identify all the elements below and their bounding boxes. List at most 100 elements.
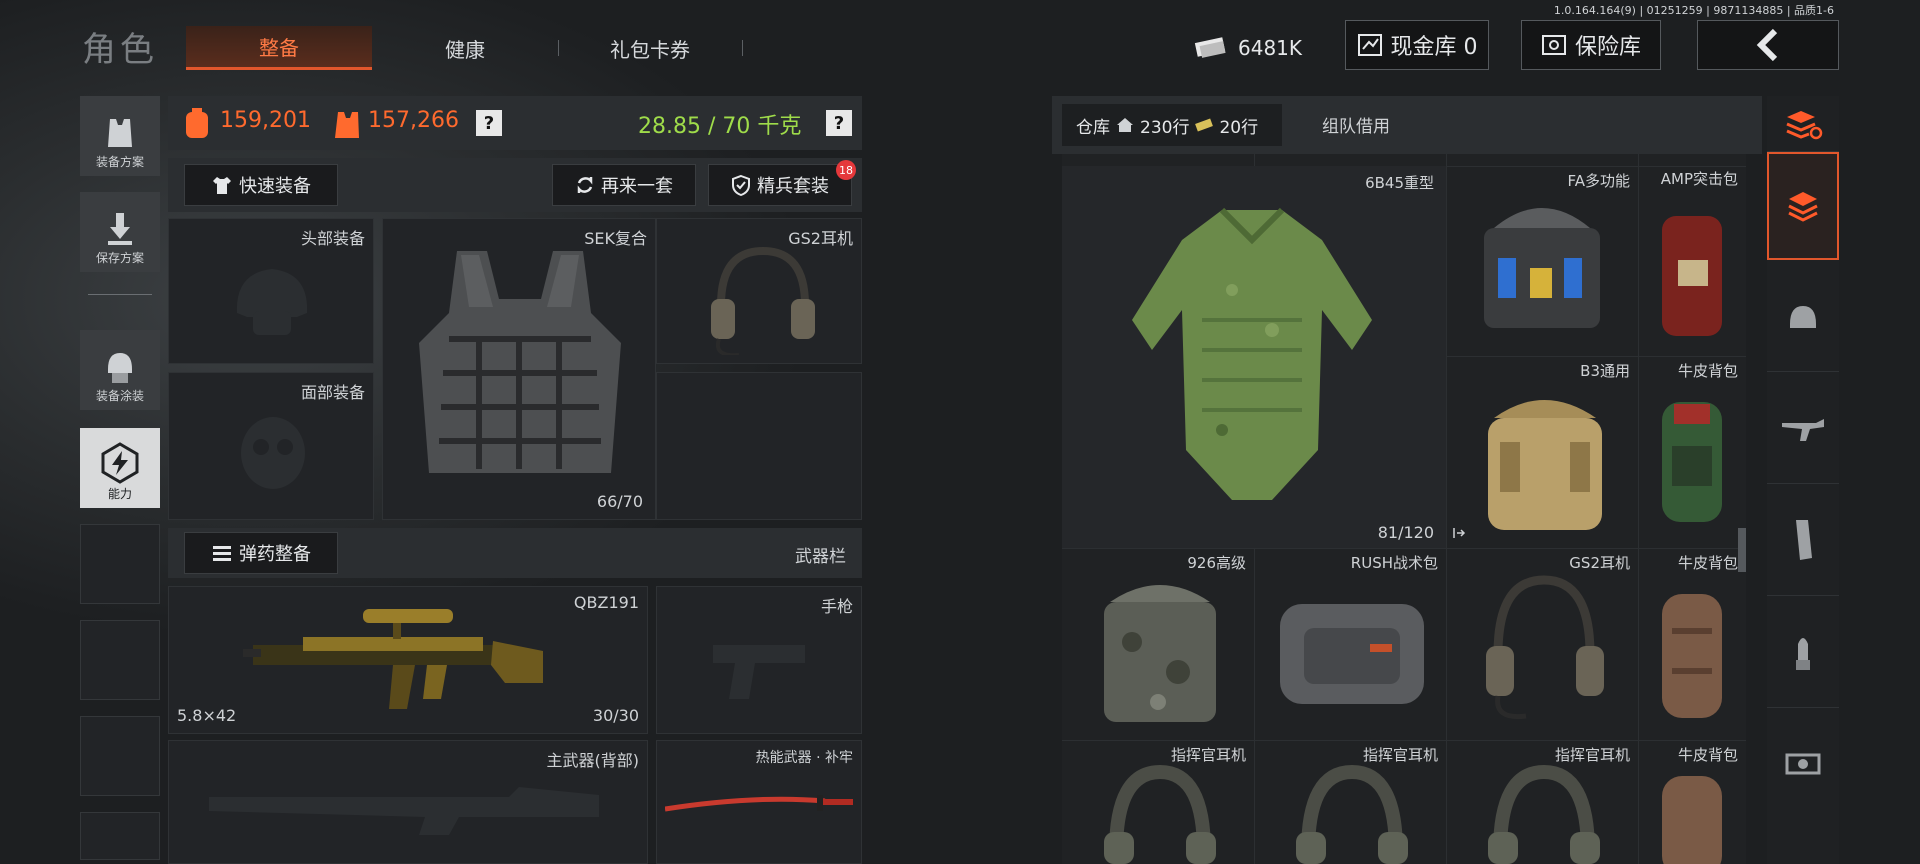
pistol-slot[interactable]: 手枪 [656, 586, 862, 734]
category-attachment[interactable] [1767, 708, 1839, 820]
insurance-vault-label: 保险库 [1574, 35, 1641, 60]
camo-pouch-image [1104, 585, 1216, 722]
primary-weapon-name: QBZ191 [573, 593, 639, 612]
cash-vault-button[interactable]: 现金库 0 [1345, 20, 1489, 70]
item-name: 牛皮背包 [1677, 362, 1738, 380]
insurance-vault-button[interactable]: 保险库 [1521, 20, 1661, 70]
weight-display: 28.85 / 70 千克 [638, 114, 802, 139]
item-name: AMP突击包 [1660, 170, 1738, 188]
headset-image [1486, 575, 1604, 720]
inventory-item-b3-pouch[interactable]: B3通用 [1446, 356, 1638, 548]
sidebar-item-label: 保存方案 [95, 251, 144, 265]
pistol-placeholder-icon [713, 645, 805, 699]
currency-amount: 6481K [1238, 36, 1303, 60]
back-weapon-slot[interactable]: 主武器(背部) [168, 740, 648, 864]
bullet-icon [1796, 637, 1810, 670]
weight-help-button[interactable]: ? [826, 110, 852, 136]
backpack-value-icon [186, 108, 208, 138]
inventory-item-commander-headset[interactable]: 指挥官耳机 [1062, 740, 1254, 864]
category-rifle[interactable] [1767, 372, 1839, 484]
tab-health[interactable]: 健康 [372, 26, 558, 70]
warehouse-tab-label: 仓库 [1076, 117, 1110, 138]
sidebar-item-label: 能力 [107, 487, 132, 501]
sidebar-item-ability[interactable]: 能力 [80, 428, 160, 508]
quick-equip-button[interactable]: 快速装备 [184, 164, 338, 206]
reequip-button[interactable]: 再来一套 [552, 164, 696, 206]
armor-slot[interactable]: SEK复合 66/70 [382, 218, 656, 520]
value-help-button[interactable]: ? [476, 110, 502, 136]
category-magazine[interactable] [1767, 484, 1839, 596]
green-backpack-image [1662, 402, 1722, 522]
shirt-icon [213, 177, 231, 194]
rush-bag-image [1280, 604, 1424, 704]
head-slot[interactable]: 头部装备 [168, 218, 374, 364]
inventory-item-cowhide-backpack[interactable]: 牛皮背包 [1638, 548, 1746, 740]
primary-weapon-slot[interactable]: QBZ191 5.8×42 30/30 [168, 586, 648, 734]
sidebar-item-skins[interactable]: 装备涂装 [80, 330, 160, 410]
face-slot[interactable]: 面部装备 [168, 372, 374, 520]
sidebar-item-loadout[interactable]: 装备方案 [80, 96, 160, 176]
brown-backpack-image [1662, 594, 1722, 718]
sidebar-empty-slot [80, 716, 160, 796]
headset-slot[interactable]: GS2耳机 [656, 218, 862, 364]
notification-badge: 18 [836, 160, 856, 180]
back-button[interactable] [1697, 20, 1839, 70]
inventory-item-926-pouch[interactable]: 926高级 [1062, 548, 1254, 740]
item-name: RUSH战术包 [1350, 554, 1438, 572]
inventory-item-fa-pouch[interactable]: FA多功能 [1446, 166, 1638, 356]
elite-set-button[interactable]: 精兵套装 [708, 164, 852, 206]
vest-value-icon [335, 112, 359, 138]
item-name: 6B45重型 [1365, 174, 1434, 192]
warehouse-tab[interactable]: 仓库 230行 20行 [1062, 104, 1282, 146]
inventory-item-rush-bag[interactable]: RUSH战术包 [1254, 548, 1446, 740]
armor-durability-stock: 81/120 [1377, 523, 1434, 542]
armor-vest-image [419, 251, 621, 473]
rifle-placeholder-icon [209, 787, 599, 835]
b3-pouch-image [1488, 400, 1602, 530]
sidebar-item-save[interactable]: 保存方案 [80, 192, 160, 272]
helmet-placeholder-icon [236, 269, 308, 335]
headset-image [711, 246, 815, 355]
tab-gift-coupons[interactable]: 礼包卡券 [560, 26, 740, 70]
primary-caliber: 5.8×42 [177, 706, 237, 725]
sidebar-item-label: 装备方案 [95, 155, 144, 169]
helmet-icon [108, 353, 132, 383]
ticket-icon [1195, 118, 1214, 132]
melee-slot[interactable]: 热能武器 · 补牢 [656, 740, 862, 864]
empty-gear-slot[interactable] [656, 372, 862, 520]
team-borrow-tab[interactable]: 组队借用 [1322, 112, 1390, 137]
rifle-image [243, 609, 543, 709]
inventory-item-armor-6b45[interactable]: 6B45重型 81/120 [1062, 166, 1466, 548]
category-all[interactable] [1767, 152, 1839, 260]
inventory-item-commander-headset[interactable]: 指挥官耳机 [1446, 740, 1638, 864]
rifle-icon [1782, 418, 1824, 441]
layers-icon [1788, 192, 1818, 222]
category-ammo[interactable] [1767, 596, 1839, 708]
commander-headset-image [1488, 764, 1600, 864]
chevron-left-icon [1756, 28, 1778, 62]
vault-icon [1357, 34, 1382, 56]
mask-placeholder-icon [241, 417, 305, 489]
tab-equip[interactable]: 整备 [186, 26, 372, 70]
category-helmet[interactable] [1767, 262, 1839, 372]
inventory-item-cowhide-backpack[interactable]: 牛皮背包 [1638, 740, 1746, 864]
shield-icon [732, 174, 750, 196]
sort-layers-button[interactable] [1767, 96, 1839, 152]
inventory-item-gs2-headset[interactable]: GS2耳机 [1446, 548, 1638, 740]
equipped-value: 157,266 [368, 108, 459, 133]
ammo-equip-label: 弹药整备 [239, 544, 311, 565]
head-slot-label: 头部装备 [300, 229, 365, 248]
warehouse-scrollbar[interactable] [1738, 528, 1746, 572]
inventory-item-cowhide-backpack[interactable]: 牛皮背包 [1638, 356, 1746, 548]
brown-backpack-image [1662, 776, 1722, 864]
weapon-bar-label: 武器栏 [795, 547, 846, 567]
download-icon [108, 213, 132, 245]
magazine-icon [1796, 519, 1812, 560]
ammo-equip-button[interactable]: 弹药整备 [184, 532, 338, 574]
lightning-icon [101, 442, 139, 484]
inventory-item-amp-bag[interactable]: AMP突击包 [1638, 166, 1746, 356]
inventory-item-commander-headset[interactable]: 指挥官耳机 [1254, 740, 1446, 864]
home-icon [1117, 118, 1133, 132]
face-slot-label: 面部装备 [300, 383, 365, 402]
sidebar-item-label: 装备涂装 [95, 389, 144, 403]
